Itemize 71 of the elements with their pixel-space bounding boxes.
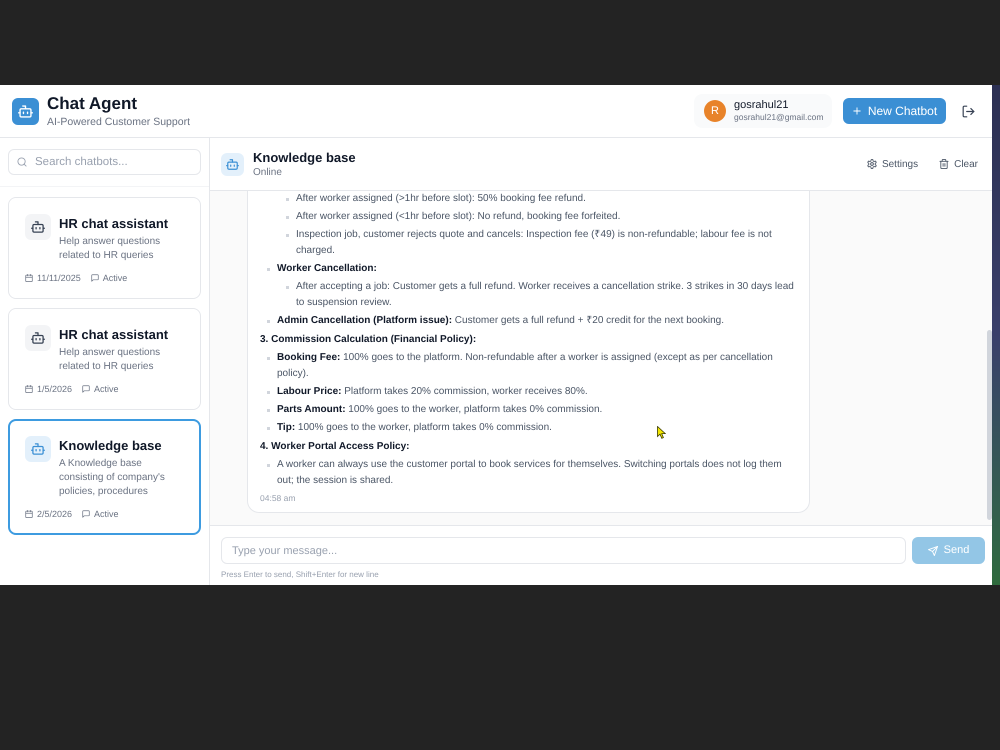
chat-title: Knowledge base bbox=[253, 148, 356, 166]
chatbot-description: Help answer questions related to HR queries bbox=[59, 235, 162, 263]
list-item-text: After accepting a job: Customer gets a full refund. Worker receives a cancellation strike. 3 strikes in 30 days lead to suspension review. bbox=[296, 280, 795, 310]
chatbot-title: HR chat assistant bbox=[59, 215, 170, 233]
bullet-icon bbox=[267, 357, 270, 360]
message-icon bbox=[82, 385, 90, 393]
bot-icon bbox=[25, 214, 51, 240]
chatbot-description: Help answer questions related to HR queries bbox=[59, 346, 162, 374]
list-item-text: Tip: 100% goes to the worker, platform takes 0% commission. bbox=[277, 421, 552, 435]
mouse-cursor-icon bbox=[657, 426, 666, 439]
send-icon bbox=[928, 546, 938, 556]
list-item-text: Booking Fee: 100% goes to the platform. Non-refundable after a worker is assigned (except as per cancellation policy). bbox=[277, 351, 774, 381]
message-icon bbox=[90, 274, 99, 282]
chatbot-card[interactable]: Knowledge base A Knowledge base consisting of company's policies, procedures 2/5/2026 Active bbox=[8, 419, 201, 535]
list-item-text: After worker assigned (<1hr before slot): No refund, booking fee forfeited. bbox=[296, 210, 620, 224]
list-item-text: Labour Price: Platform takes 20% commission, worker receives 80%. bbox=[277, 385, 588, 399]
list-item-text: Parts Amount: 100% goes to the worker, platform takes 0% commission. bbox=[277, 403, 602, 417]
bullet-icon bbox=[286, 216, 289, 219]
bullet-icon bbox=[267, 464, 270, 467]
chatbot-title: HR chat assistant bbox=[59, 326, 170, 344]
list-item-text: Admin Cancellation (Platform issue): Customer gets a full refund + ₹20 credit for the next booking. bbox=[277, 314, 724, 328]
section-heading: 3. Commission Calculation (Financial Policy): bbox=[260, 333, 478, 347]
user-avatar: R bbox=[704, 100, 726, 122]
logout-icon[interactable] bbox=[962, 104, 975, 118]
bot-icon bbox=[25, 436, 51, 462]
bullet-icon bbox=[267, 391, 270, 394]
bot-avatar-icon bbox=[221, 152, 244, 176]
list-item-text: A worker can always use the customer portal to book services for themselves. Switching portals does not log them out; the session is shared. bbox=[277, 458, 783, 488]
input-hint: Press Enter to send, Shift+Enter for new line bbox=[221, 570, 379, 580]
calendar-icon bbox=[25, 510, 33, 518]
app-subtitle: AI-Powered Customer Support bbox=[47, 114, 190, 128]
status-label: Active bbox=[94, 383, 119, 395]
clear-button[interactable]: Clear bbox=[939, 156, 978, 172]
calendar-icon bbox=[25, 385, 33, 393]
user-name: gosrahul21 bbox=[734, 99, 790, 112]
created-date: 11/11/2025 bbox=[37, 272, 81, 284]
section-heading: 4. Worker Portal Access Policy: bbox=[260, 440, 411, 454]
chatbot-description: A Knowledge base consisting of company's policies, procedures bbox=[59, 457, 166, 499]
message-icon bbox=[82, 510, 90, 518]
message-input[interactable]: Type your message... bbox=[221, 537, 906, 564]
search-icon bbox=[17, 157, 27, 167]
chatbot-card[interactable]: HR chat assistant Help answer questions related to HR queries 11/11/2025 Active bbox=[8, 197, 201, 299]
user-email: gosrahul21@gmail.com bbox=[734, 112, 824, 123]
bot-icon bbox=[25, 325, 51, 351]
search-field[interactable]: Search chatbots... bbox=[8, 149, 201, 175]
bullet-icon bbox=[286, 234, 289, 237]
bullet-icon bbox=[267, 427, 270, 430]
status-label: Active bbox=[102, 272, 128, 284]
app-title: Chat Agent bbox=[47, 94, 138, 114]
bullet-icon bbox=[286, 198, 289, 201]
status-label: Active bbox=[94, 508, 119, 520]
bot-logo-icon bbox=[12, 98, 39, 124]
plus-icon bbox=[852, 106, 862, 116]
bullet-icon bbox=[267, 268, 270, 271]
created-date: 1/5/2026 bbox=[37, 383, 72, 395]
scrollbar-thumb[interactable] bbox=[987, 330, 992, 520]
bullet-icon bbox=[267, 320, 270, 323]
message-time: 04:58 am bbox=[260, 492, 296, 504]
trash-icon bbox=[939, 159, 950, 169]
calendar-icon bbox=[25, 274, 33, 282]
chat-status: Online bbox=[253, 166, 283, 180]
created-date: 2/5/2026 bbox=[37, 508, 72, 520]
list-item-text: Inspection job, customer rejects quote and cancels: Inspection fee (₹49) is non-refundable; labour fee is not charged. bbox=[296, 228, 773, 258]
chatbot-title: Knowledge base bbox=[59, 437, 163, 455]
list-item-text: After worker assigned (>1hr before slot): 50% booking fee refund. bbox=[296, 192, 586, 206]
list-item-text: Worker Cancellation: bbox=[277, 262, 377, 276]
bullet-icon bbox=[267, 409, 270, 412]
chatbot-card[interactable]: HR chat assistant Help answer questions related to HR queries 1/5/2026 Active bbox=[8, 308, 201, 410]
settings-icon bbox=[866, 159, 877, 169]
bullet-icon bbox=[286, 286, 289, 289]
settings-button[interactable]: Settings bbox=[866, 156, 918, 172]
